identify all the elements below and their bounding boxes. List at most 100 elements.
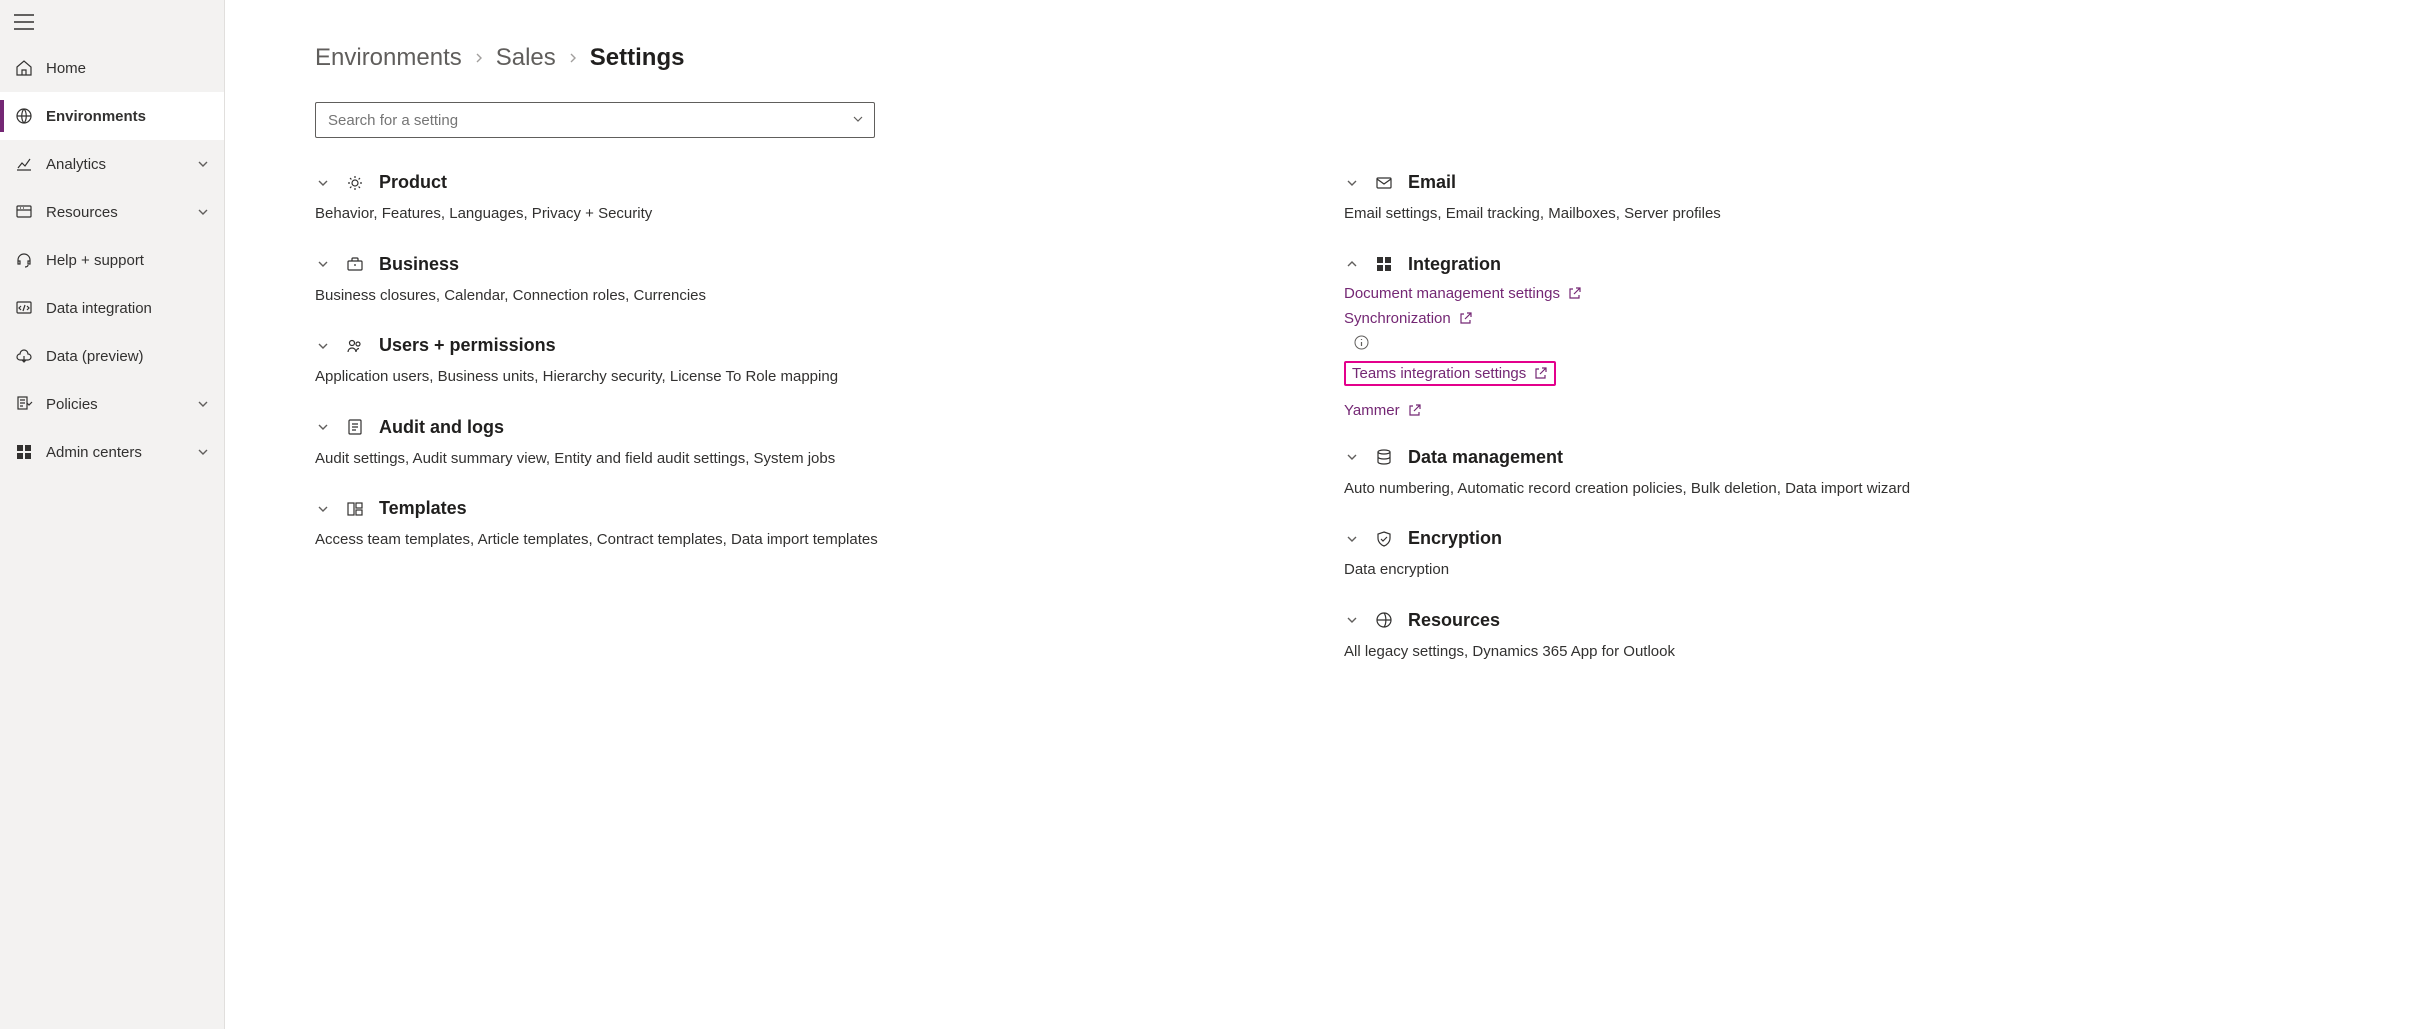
sidebar-item-admin-centers[interactable]: Admin centers (0, 428, 224, 476)
dataint-icon (14, 298, 34, 318)
settings-category: Templates Access team templates, Article… (315, 498, 1314, 552)
settings-category: Data management Auto numbering, Automati… (1344, 447, 2343, 501)
chevron-down-icon (315, 501, 331, 517)
chevron-down-icon (1344, 175, 1360, 191)
category-header-resources[interactable]: Resources (1344, 610, 2343, 631)
settings-category: Resources All legacy settings, Dynamics … (1344, 610, 2343, 664)
external-link-icon (1408, 403, 1422, 417)
category-title: Data management (1408, 447, 1563, 468)
link-label: Yammer (1344, 402, 1400, 419)
nav-label: Analytics (46, 156, 196, 173)
breadcrumb-item[interactable]: Environments (315, 44, 462, 72)
category-title: Resources (1408, 610, 1500, 631)
category-summary: Auto numbering, Automatic record creatio… (1344, 478, 2343, 501)
mail-icon (1374, 173, 1394, 193)
category-title: Users + permissions (379, 335, 556, 356)
sidebar-item-help-support[interactable]: Help + support (0, 236, 224, 284)
sidebar-item-data-preview-[interactable]: Data (preview) (0, 332, 224, 380)
settings-category: Product Behavior, Features, Languages, P… (315, 172, 1314, 226)
chevron-down-icon (196, 445, 210, 459)
main-content: Environments Sales Settings Product Behavi… (225, 0, 2423, 1029)
link-label: Synchronization (1344, 310, 1451, 327)
settings-category: Users + permissions Application users, B… (315, 335, 1314, 389)
sidebar-item-analytics[interactable]: Analytics (0, 140, 224, 188)
breadcrumb-item: Settings (590, 44, 685, 72)
chevron-down-icon (196, 205, 210, 219)
chevron-down-icon (196, 157, 210, 171)
nav-label: Admin centers (46, 444, 196, 461)
settings-link-synchronization[interactable]: Synchronization (1344, 310, 2343, 327)
chevron-down-icon (315, 338, 331, 354)
settings-link-teams-integration-settings[interactable]: Teams integration settings (1344, 361, 1556, 386)
nav-label: Resources (46, 204, 196, 221)
breadcrumb: Environments Sales Settings (315, 44, 2343, 72)
chevron-down-icon (852, 112, 864, 128)
nav-label: Home (46, 60, 210, 77)
sidebar-item-resources[interactable]: Resources (0, 188, 224, 236)
category-title: Templates (379, 498, 467, 519)
chevron-down-icon (1344, 531, 1360, 547)
settings-link-yammer[interactable]: Yammer (1344, 402, 2343, 419)
category-title: Product (379, 172, 447, 193)
settings-category: Business Business closures, Calendar, Co… (315, 254, 1314, 308)
nav-label: Help + support (46, 252, 210, 269)
policies-icon (14, 394, 34, 414)
home-icon (14, 58, 34, 78)
chevron-down-icon (315, 419, 331, 435)
chevron-right-icon (566, 44, 580, 72)
settings-category: Email Email settings, Email tracking, Ma… (1344, 172, 2343, 226)
info-icon[interactable] (1354, 337, 1369, 353)
chevron-down-icon (1344, 612, 1360, 628)
breadcrumb-item[interactable]: Sales (496, 44, 556, 72)
sidebar-item-policies[interactable]: Policies (0, 380, 224, 428)
chevron-down-icon (196, 397, 210, 411)
settings-link-document-management-settings[interactable]: Document management settings (1344, 285, 2343, 302)
datamgmt-icon (1374, 447, 1394, 467)
chart-icon (14, 154, 34, 174)
chevron-right-icon (472, 44, 486, 72)
settings-column-right: Email Email settings, Email tracking, Ma… (1344, 172, 2343, 691)
globe2-icon (1374, 610, 1394, 630)
audit-icon (345, 417, 365, 437)
globe-icon (14, 106, 34, 126)
hamburger-icon (14, 14, 34, 30)
search-input[interactable] (326, 111, 852, 130)
settings-column-left: Product Behavior, Features, Languages, P… (315, 172, 1314, 691)
category-title: Audit and logs (379, 417, 504, 438)
category-header-business[interactable]: Business (315, 254, 1314, 275)
sidebar-item-home[interactable]: Home (0, 44, 224, 92)
category-header-data-management[interactable]: Data management (1344, 447, 2343, 468)
category-header-templates[interactable]: Templates (315, 498, 1314, 519)
category-summary: Data encryption (1344, 559, 2343, 582)
category-header-integration[interactable]: Integration (1344, 254, 2343, 275)
sidebar-item-data-integration[interactable]: Data integration (0, 284, 224, 332)
link-label: Teams integration settings (1352, 365, 1526, 382)
category-title: Integration (1408, 254, 1501, 275)
category-header-encryption[interactable]: Encryption (1344, 528, 2343, 549)
hamburger-button[interactable] (0, 0, 224, 44)
external-link-icon (1568, 286, 1582, 300)
category-header-audit-and-logs[interactable]: Audit and logs (315, 417, 1314, 438)
sidebar-item-environments[interactable]: Environments (0, 92, 224, 140)
category-title: Encryption (1408, 528, 1502, 549)
sidebar: Home Environments Analytics Resources He… (0, 0, 225, 1029)
templates-icon (345, 499, 365, 519)
search-box[interactable] (315, 102, 875, 138)
link-label: Document management settings (1344, 285, 1560, 302)
category-title: Email (1408, 172, 1456, 193)
category-header-product[interactable]: Product (315, 172, 1314, 193)
external-link-icon (1534, 366, 1548, 380)
headset-icon (14, 250, 34, 270)
category-summary: Access team templates, Article templates… (315, 529, 1314, 552)
category-summary: Email settings, Email tracking, Mailboxe… (1344, 203, 2343, 226)
settings-category: Integration Document management settings… (1344, 254, 2343, 419)
nav-label: Data (preview) (46, 348, 210, 365)
shield-icon (1374, 529, 1394, 549)
users-icon (345, 336, 365, 356)
category-title: Business (379, 254, 459, 275)
chevron-down-icon (1344, 449, 1360, 465)
category-header-email[interactable]: Email (1344, 172, 2343, 193)
category-header-users-permissions[interactable]: Users + permissions (315, 335, 1314, 356)
admin-icon (14, 442, 34, 462)
gear-icon (345, 173, 365, 193)
